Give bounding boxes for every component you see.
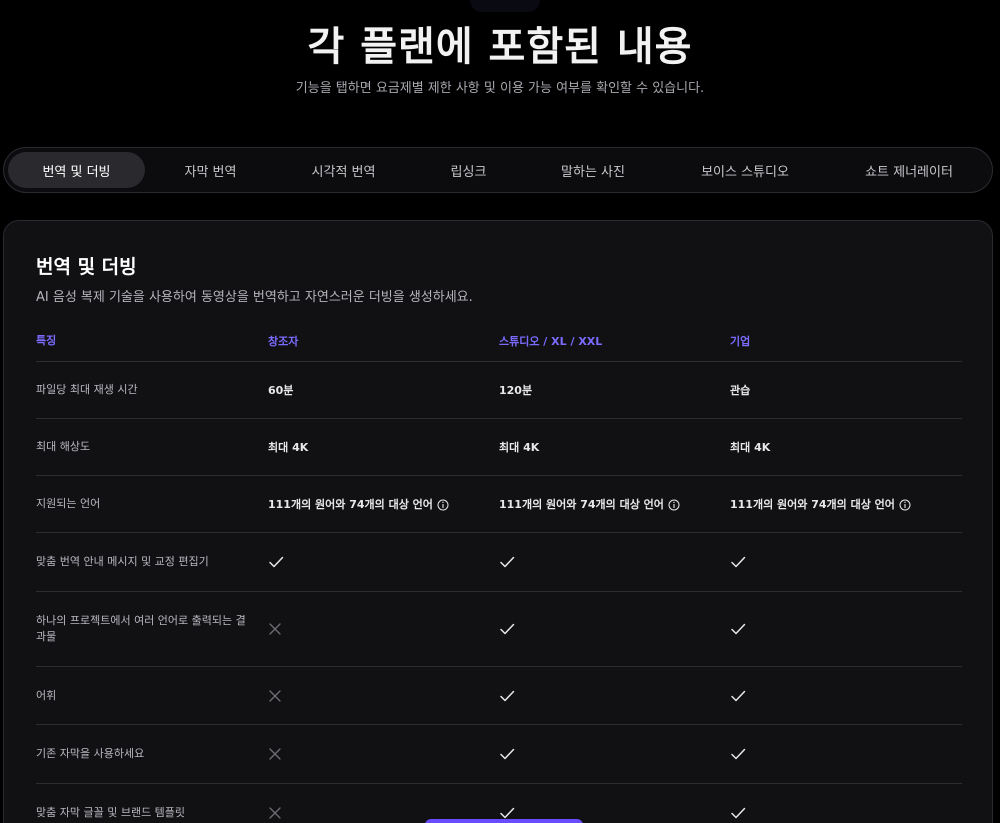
tab-visual-translation[interactable]: 시각적 번역 (276, 152, 411, 188)
plan-value-creator: 최대 4K (268, 441, 309, 454)
top-decoration (470, 0, 540, 12)
page-subtitle: 기능을 탭하면 요금제별 제한 사항 및 이용 가능 여부를 확인할 수 있습니… (295, 81, 705, 96)
tab-voice-studio[interactable]: 보이스 스튜디오 (660, 152, 830, 188)
languages-text: 111개의 원어와 74개의 대상 언어 (499, 498, 664, 511)
feature-label: 최대 해상도 (36, 440, 91, 453)
cross-icon (268, 747, 499, 761)
tab-talking-photo[interactable]: 말하는 사진 (526, 152, 660, 188)
plan-value-studio: 최대 4K (499, 441, 540, 454)
comparison-table: 특징 창조자 스튜디오 / XL / XXL 기업 파일당 최대 재생 시간 60… (36, 320, 962, 823)
section-description: AI 음성 복제 기술을 사용하여 동영상을 번역하고 자연스러운 더빙을 생성… (36, 290, 473, 305)
info-icon[interactable] (899, 498, 911, 511)
header-studio: 스튜디오 / XL / XXL (499, 334, 603, 348)
header-feature: 특징 (36, 333, 57, 347)
info-icon[interactable] (668, 498, 680, 511)
table-row: 기존 자막을 사용하세요 (36, 725, 962, 784)
table-row: 지원되는 언어 111개의 원어와 74개의 대상 언어 111개의 원어와 74개… (36, 476, 962, 533)
page-title: 각 플랜에 포함된 내용 (307, 24, 693, 70)
tab-shorts-generator[interactable]: 쇼트 제너레이터 (830, 152, 988, 188)
cross-icon (268, 622, 499, 636)
table-row: 어휘 (36, 667, 962, 725)
check-icon (730, 746, 962, 762)
table-row: 맞춤 번역 안내 메시지 및 교정 편집기 (36, 533, 962, 592)
section-title: 번역 및 더빙 (36, 256, 137, 278)
info-icon[interactable] (437, 498, 449, 511)
plan-value-enterprise: 최대 4K (730, 441, 771, 454)
feature-tabs: 번역 및 더빙 자막 번역 시각적 번역 립싱크 말하는 사진 보이스 스튜디오… (3, 147, 993, 193)
check-icon (730, 688, 962, 704)
plan-value-enterprise: 관습 (730, 384, 751, 397)
plan-comparison-card: 번역 및 더빙 AI 음성 복제 기술을 사용하여 동영상을 번역하고 자연스러… (3, 220, 993, 823)
languages-value-enterprise: 111개의 원어와 74개의 대상 언어 (730, 496, 962, 512)
tab-subtitle-translation[interactable]: 자막 번역 (145, 152, 276, 188)
feature-label: 지원되는 언어 (36, 497, 101, 510)
cross-icon (268, 806, 499, 820)
plan-value-creator: 60분 (268, 384, 294, 397)
check-icon (499, 621, 730, 637)
feature-label: 맞춤 자막 글꼴 및 브랜드 템플릿 (36, 805, 186, 819)
languages-value-studio: 111개의 원어와 74개의 대상 언어 (499, 496, 730, 512)
feature-label: 맞춤 번역 안내 메시지 및 교정 편집기 (36, 555, 209, 568)
feature-label: 어휘 (36, 688, 57, 702)
check-icon (499, 746, 730, 762)
tab-lipsync[interactable]: 립싱크 (411, 152, 526, 188)
languages-value-creator: 111개의 원어와 74개의 대상 언어 (268, 496, 499, 512)
tab-translation-dubbing[interactable]: 번역 및 더빙 (8, 152, 145, 188)
check-icon (730, 554, 962, 570)
plan-value-studio: 120분 (499, 384, 533, 397)
feature-label: 파일당 최대 재생 시간 (36, 383, 138, 396)
cross-icon (268, 689, 499, 703)
feature-label: 기존 자막을 사용하세요 (36, 747, 145, 760)
table-row: 맞춤 자막 글꼴 및 브랜드 템플릿 (36, 784, 962, 823)
feature-label: 하나의 프로젝트에서 여러 언어로 출력되는 결과물 (36, 614, 246, 643)
table-row: 하나의 프로젝트에서 여러 언어로 출력되는 결과물 (36, 592, 962, 667)
check-icon (268, 554, 499, 570)
table-row: 파일당 최대 재생 시간 60분 120분 관습 (36, 362, 962, 419)
languages-text: 111개의 원어와 74개의 대상 언어 (730, 498, 895, 511)
header-enterprise: 기업 (730, 334, 751, 348)
floating-cta-button[interactable] (425, 819, 583, 823)
check-icon (499, 688, 730, 704)
table-row: 최대 해상도 최대 4K 최대 4K 최대 4K (36, 419, 962, 476)
check-icon (499, 554, 730, 570)
check-icon (730, 621, 962, 637)
check-icon (730, 805, 962, 821)
table-header-row: 특징 창조자 스튜디오 / XL / XXL 기업 (36, 320, 962, 362)
page: 각 플랜에 포함된 내용 기능을 탭하면 요금제별 제한 사항 및 이용 가능 … (0, 0, 1000, 823)
header-creator: 창조자 (268, 334, 299, 348)
table-body: 파일당 최대 재생 시간 60분 120분 관습 최대 해상도 최대 4K 최대 4K 최대 … (36, 362, 962, 823)
languages-text: 111개의 원어와 74개의 대상 언어 (268, 498, 433, 511)
